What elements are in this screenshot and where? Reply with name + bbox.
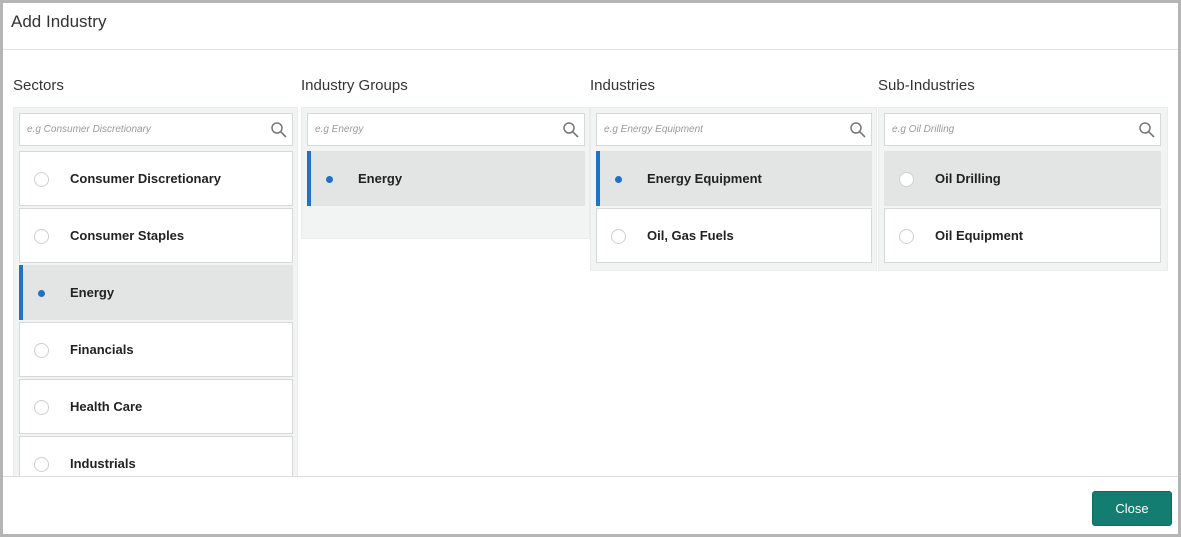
industry-option-energy-equipment[interactable]: Energy Equipment [596,151,872,206]
industry-groups-search-box [307,113,585,146]
search-icon[interactable] [849,121,867,139]
sectors-search-input[interactable] [20,114,292,145]
dialog-header: Add Industry [3,3,1178,50]
radio-button-selected[interactable] [322,172,337,187]
option-label: Financials [70,342,134,357]
add-industry-dialog: Add Industry Sectors Consumer Discretion… [0,0,1181,537]
sector-option-consumer-discretionary[interactable]: Consumer Discretionary [19,151,293,206]
industry-option-oil-gas-fuels[interactable]: Oil, Gas Fuels [596,208,872,263]
industry-groups-column: Industry Groups Energy [301,50,590,476]
radio-button-selected[interactable] [34,286,49,301]
sub-industry-option-oil-equipment[interactable]: Oil Equipment [884,208,1161,263]
sector-option-health-care[interactable]: Health Care [19,379,293,434]
dialog-title: Add Industry [11,12,107,31]
option-label: Energy [70,285,115,300]
industry-group-option-energy[interactable]: Energy [307,151,585,206]
search-icon[interactable] [562,121,580,139]
industries-list: Energy Equipment Oil, Gas Fuels [596,151,872,265]
option-label: Energy Equipment [647,171,762,186]
industries-title: Industries [590,77,656,94]
radio-button[interactable] [899,172,914,187]
industries-search-input[interactable] [597,114,871,145]
industries-column: Industries Energy Equipment Oil, Gas Fue… [590,50,877,476]
sectors-search-box [19,113,293,146]
sectors-list: Consumer Discretionary Consumer Staples … [19,151,293,476]
option-label: Oil Drilling [935,171,1001,186]
option-label: Oil, Gas Fuels [647,228,734,243]
industry-groups-panel: Energy [301,107,590,239]
industries-panel: Energy Equipment Oil, Gas Fuels [590,107,877,271]
radio-button[interactable] [899,229,914,244]
sectors-title: Sectors [13,77,64,94]
option-label: Health Care [70,399,143,414]
radio-button[interactable] [611,229,626,244]
radio-button[interactable] [34,172,49,187]
sub-industries-title: Sub-Industries [878,77,975,94]
dialog-body: Sectors Consumer Discretionary Consumer … [3,50,1178,476]
option-label: Consumer Discretionary [70,171,221,186]
sector-option-energy[interactable]: Energy [19,265,293,320]
sub-industries-search-box [884,113,1161,146]
sector-option-industrials[interactable]: Industrials [19,436,293,476]
sectors-panel: Consumer Discretionary Consumer Staples … [13,107,298,476]
sub-industries-column: Sub-Industries Oil Drilling Oil Equipmen… [878,50,1168,476]
sector-option-consumer-staples[interactable]: Consumer Staples [19,208,293,263]
industry-groups-list: Energy [307,151,585,208]
search-icon[interactable] [270,121,288,139]
sectors-column: Sectors Consumer Discretionary Consumer … [13,50,298,476]
option-label: Industrials [70,456,136,471]
close-button[interactable]: Close [1092,491,1172,526]
sub-industries-search-input[interactable] [885,114,1160,145]
search-icon[interactable] [1138,121,1156,139]
industry-groups-title: Industry Groups [301,77,408,94]
industry-groups-search-input[interactable] [308,114,584,145]
sub-industries-panel: Oil Drilling Oil Equipment [878,107,1168,271]
radio-button[interactable] [34,400,49,415]
sub-industries-list: Oil Drilling Oil Equipment [884,151,1161,265]
dialog-footer: Close [3,476,1178,534]
option-label: Consumer Staples [70,228,185,243]
sector-option-financials[interactable]: Financials [19,322,293,377]
radio-button[interactable] [34,229,49,244]
radio-button[interactable] [34,457,49,472]
radio-button[interactable] [34,343,49,358]
sub-industry-option-oil-drilling[interactable]: Oil Drilling [884,151,1161,206]
option-label: Oil Equipment [935,228,1024,243]
radio-button-selected[interactable] [611,172,626,187]
industries-search-box [596,113,872,146]
option-label: Energy [358,171,403,186]
